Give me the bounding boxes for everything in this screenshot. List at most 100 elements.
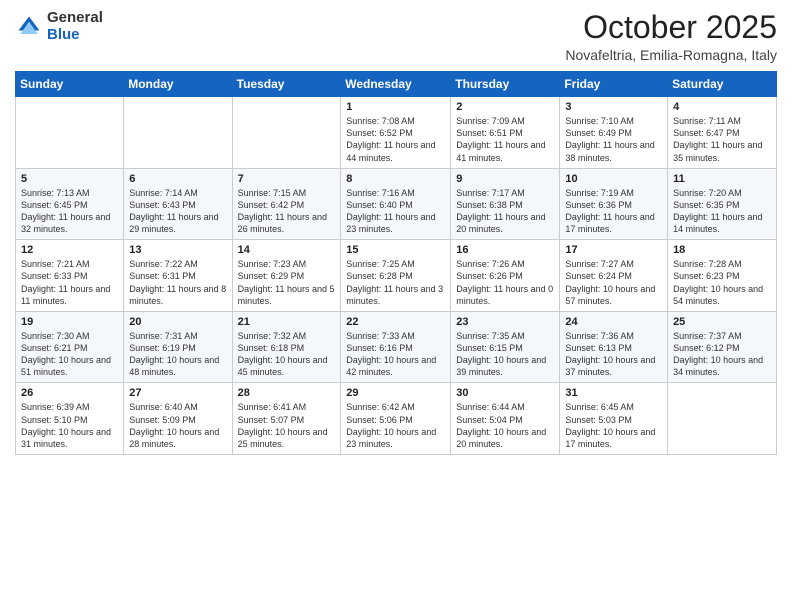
table-row: 12Sunrise: 7:21 AMSunset: 6:33 PMDayligh… <box>16 240 124 312</box>
cell-content-line: Sunrise: 7:35 AM <box>456 330 554 342</box>
day-number: 19 <box>21 316 118 328</box>
table-row: 20Sunrise: 7:31 AMSunset: 6:19 PMDayligh… <box>124 311 232 383</box>
cell-content-line: Daylight: 11 hours and 0 minutes. <box>456 283 554 307</box>
table-row: 26Sunrise: 6:39 AMSunset: 5:10 PMDayligh… <box>16 383 124 455</box>
day-number: 24 <box>565 316 662 328</box>
table-row: 1 Sunrise: 7:08 AMSunset: 6:52 PMDaylight… <box>341 97 451 169</box>
table-row <box>16 97 124 169</box>
cell-content-line: Daylight: 11 hours and 26 minutes. <box>238 211 336 235</box>
day-number: 16 <box>456 244 554 256</box>
cell-content-line: Daylight: 11 hours and 32 minutes. <box>21 211 118 235</box>
logo: General Blue <box>15 10 103 43</box>
table-row: 27Sunrise: 6:40 AMSunset: 5:09 PMDayligh… <box>124 383 232 455</box>
day-number: 12 <box>21 244 118 256</box>
cell-content-line: Sunset: 6:28 PM <box>346 270 445 282</box>
cell-content-line: Daylight: 11 hours and 8 minutes. <box>129 283 226 307</box>
cell-content-line: Sunset: 6:40 PM <box>346 199 445 211</box>
cell-content-line: Sunrise: 7:28 AM <box>673 258 771 270</box>
table-row: 22Sunrise: 7:33 AMSunset: 6:16 PMDayligh… <box>341 311 451 383</box>
cell-content-line: Daylight: 11 hours and 35 minutes. <box>673 139 771 163</box>
cell-content-line: Sunrise: 6:40 AM <box>129 401 226 413</box>
cell-content-line: Sunrise: 6:44 AM <box>456 401 554 413</box>
day-number: 8 <box>346 173 445 185</box>
logo-text: General Blue <box>47 10 103 43</box>
table-row <box>124 97 232 169</box>
cell-content-line: Sunset: 6:15 PM <box>456 342 554 354</box>
table-row <box>232 97 341 169</box>
cell-content-line: Daylight: 10 hours and 34 minutes. <box>673 354 771 378</box>
cell-content-line: Sunset: 5:03 PM <box>565 414 662 426</box>
cell-content-line: Daylight: 10 hours and 23 minutes. <box>346 426 445 450</box>
calendar-week-row: 12 Sunrise: 7:21 AMSunset: 6:33 PM Dayligh… <box>16 240 777 312</box>
cell-content-line: Daylight: 10 hours and 42 minutes. <box>346 354 445 378</box>
cell-content-line: Sunset: 6:23 PM <box>673 270 771 282</box>
cell-content-line: Sunrise: 7:17 AM <box>456 187 554 199</box>
header-thursday: Thursday <box>451 72 560 97</box>
day-number: 29 <box>346 387 445 399</box>
header-tuesday: Tuesday <box>232 72 341 97</box>
cell-content-line: Sunrise: 7:23 AM <box>238 258 336 270</box>
calendar-page: General Blue October 2025 Novafeltria, E… <box>0 0 792 612</box>
cell-content-line: Sunset: 6:21 PM <box>21 342 118 354</box>
table-row: 8 Sunrise: 7:16 AMSunset: 6:40 PMDaylight… <box>341 168 451 240</box>
table-row <box>668 383 777 455</box>
table-row: 21Sunrise: 7:32 AMSunset: 6:18 PMDayligh… <box>232 311 341 383</box>
cell-content-line: Sunset: 6:52 PM <box>346 127 445 139</box>
cell-content-line: Daylight: 10 hours and 20 minutes. <box>456 426 554 450</box>
table-row: 25Sunrise: 7:37 AMSunset: 6:12 PMDayligh… <box>668 311 777 383</box>
day-number: 10 <box>565 173 662 185</box>
cell-content-line: Sunrise: 7:15 AM <box>238 187 336 199</box>
cell-content-line: Sunset: 5:10 PM <box>21 414 118 426</box>
cell-content-line: Sunset: 6:51 PM <box>456 127 554 139</box>
table-row: 28Sunrise: 6:41 AMSunset: 5:07 PMDayligh… <box>232 383 341 455</box>
cell-content-line: Daylight: 10 hours and 57 minutes. <box>565 283 662 307</box>
table-row: 10Sunrise: 7:19 AMSunset: 6:36 PMDayligh… <box>560 168 668 240</box>
day-number: 5 <box>21 173 118 185</box>
header-saturday: Saturday <box>668 72 777 97</box>
cell-content-line: Sunset: 5:07 PM <box>238 414 336 426</box>
cell-content-line: Sunrise: 7:36 AM <box>565 330 662 342</box>
cell-content-line: Sunrise: 7:08 AM <box>346 115 445 127</box>
cell-content-line: Daylight: 11 hours and 38 minutes. <box>565 139 662 163</box>
cell-content-line: Sunrise: 7:26 AM <box>456 258 554 270</box>
cell-content-line: Sunrise: 7:27 AM <box>565 258 662 270</box>
header-monday: Monday <box>124 72 232 97</box>
cell-content-line: Daylight: 11 hours and 23 minutes. <box>346 211 445 235</box>
day-number: 27 <box>129 387 226 399</box>
table-row: 14Sunrise: 7:23 AMSunset: 6:29 PMDayligh… <box>232 240 341 312</box>
cell-content-line: Sunrise: 7:25 AM <box>346 258 445 270</box>
header-wednesday: Wednesday <box>341 72 451 97</box>
cell-content-line: Sunrise: 6:41 AM <box>238 401 336 413</box>
day-number: 21 <box>238 316 336 328</box>
day-number: 17 <box>565 244 662 256</box>
day-number: 11 <box>673 173 771 185</box>
day-number: 31 <box>565 387 662 399</box>
calendar-week-row: 1Sunrise: 7:08 AMSunset: 6:52 PMDaylight… <box>16 97 777 169</box>
logo-icon <box>15 13 43 41</box>
cell-content-line: Sunset: 6:29 PM <box>238 270 336 282</box>
cell-content-line: Sunrise: 7:16 AM <box>346 187 445 199</box>
calendar-week-row: 26Sunrise: 6:39 AMSunset: 5:10 PMDayligh… <box>16 383 777 455</box>
cell-content-line: Daylight: 10 hours and 54 minutes. <box>673 283 771 307</box>
cell-content-line: Sunset: 6:49 PM <box>565 127 662 139</box>
cell-content-line: Daylight: 10 hours and 48 minutes. <box>129 354 226 378</box>
day-number: 14 <box>238 244 336 256</box>
cell-content-line: Sunrise: 7:09 AM <box>456 115 554 127</box>
cell-content-line: Sunrise: 7:31 AM <box>129 330 226 342</box>
table-row: 3Sunrise: 7:10 AMSunset: 6:49 PMDaylight… <box>560 97 668 169</box>
day-number: 30 <box>456 387 554 399</box>
table-row: 24Sunrise: 7:36 AMSunset: 6:13 PMDayligh… <box>560 311 668 383</box>
cell-content-line: Sunset: 6:26 PM <box>456 270 554 282</box>
logo-blue: Blue <box>47 27 103 44</box>
day-number: 15 <box>346 244 445 256</box>
header-sunday: Sunday <box>16 72 124 97</box>
cell-content-line: Sunset: 6:38 PM <box>456 199 554 211</box>
cell-content-line: Daylight: 11 hours and 44 minutes. <box>346 139 445 163</box>
cell-content-line: Sunset: 6:33 PM <box>21 270 118 282</box>
cell-content-line: Sunrise: 7:37 AM <box>673 330 771 342</box>
day-number: 23 <box>456 316 554 328</box>
cell-content-line: Daylight: 10 hours and 51 minutes. <box>21 354 118 378</box>
day-number: 1 <box>346 101 445 113</box>
cell-content-line: Daylight: 10 hours and 25 minutes. <box>238 426 336 450</box>
cell-content-line: Sunrise: 7:21 AM <box>21 258 118 270</box>
